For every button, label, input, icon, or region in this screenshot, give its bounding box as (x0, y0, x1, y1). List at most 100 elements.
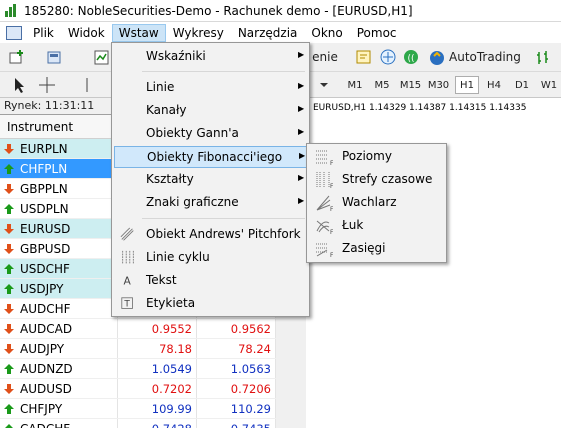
symbol-cell[interactable]: CADCHF (0, 419, 118, 428)
bar-chart-icon[interactable] (535, 49, 553, 67)
menu-narzedzia[interactable]: Narzędzia (231, 24, 305, 42)
submenu-item-fibo-fan[interactable]: F Wachlarz (309, 192, 444, 214)
symbol-name: USDCHF (20, 261, 70, 276)
submenu-item-fibo-expansion[interactable]: F Zasięgi (309, 238, 444, 260)
autotrading-icon[interactable] (428, 48, 446, 66)
menu-plik[interactable]: Plik (26, 24, 61, 42)
arrow-up-icon (4, 403, 14, 414)
timeframe-m1[interactable]: M1 (343, 76, 367, 94)
new-order-partial-label[interactable]: enie (310, 47, 340, 65)
menu-item-label: Etykieta (146, 296, 196, 310)
fibo-expansion-icon: F (315, 240, 334, 259)
table-row[interactable]: CHFJPY 109.99 110.29 (0, 399, 276, 419)
metaeditor-icon[interactable] (355, 48, 373, 66)
symbol-name: CHFJPY (20, 401, 63, 416)
submenu-item-label: Strefy czasowe (342, 172, 433, 186)
ask-price: 1.0563 (197, 359, 276, 378)
chart-ohlc-info: EURUSD,H1 1.14329 1.14387 1.14315 1.1433… (313, 103, 527, 113)
navigator-icon[interactable] (379, 48, 397, 66)
symbol-cell[interactable]: EURUSD (0, 219, 118, 238)
symbol-cell[interactable]: AUDUSD (0, 379, 118, 398)
signals-icon[interactable]: (( (402, 48, 420, 66)
cursor-icon[interactable] (10, 76, 28, 94)
table-row[interactable]: AUDUSD 0.7202 0.7206 (0, 379, 276, 399)
timeframe-d1[interactable]: D1 (510, 76, 534, 94)
menu-item-znaki-graficzne[interactable]: Znaki graficzne ▶ (114, 192, 307, 214)
arrow-up-icon (4, 203, 14, 214)
svg-text:F: F (330, 183, 333, 189)
menu-item-obiekt-andrews-pitchfork[interactable]: Obiekt Andrews' Pitchfork (114, 224, 307, 246)
menu-item-kana-y[interactable]: Kanały ▶ (114, 100, 307, 122)
app-chart-icon (4, 3, 18, 18)
table-row[interactable]: CADCHF 0.74280.7435 (0, 419, 276, 428)
cycle-lines-icon (120, 250, 136, 266)
symbol-cell[interactable]: CHFPLN (0, 159, 118, 178)
menu-item-obiekty-gann-a[interactable]: Obiekty Gann'a ▶ (114, 123, 307, 145)
arrow-down-icon (4, 223, 14, 234)
submenu-arrow-icon: ▶ (298, 173, 305, 182)
table-row[interactable]: AUDNZD 1.0549 1.0563 (0, 359, 276, 379)
new-chart-icon[interactable] (8, 49, 26, 67)
timeframe-w1[interactable]: W1 (537, 76, 561, 94)
menu-item-label: Kanały (146, 103, 187, 117)
menu-item-tekst[interactable]: A Tekst (114, 270, 307, 292)
symbol-cell[interactable]: GBPUSD (0, 239, 118, 258)
bid-price: 0.7428 (118, 419, 197, 428)
menu-item-obiekty-fibonacci-iego[interactable]: Obiekty Fibonacci'iego ▶ (114, 146, 307, 168)
menu-item-etykieta[interactable]: T Etykieta (114, 293, 307, 315)
market-watch-icon[interactable] (93, 49, 111, 67)
symbol-name: AUDUSD (20, 381, 72, 396)
arrow-up-icon (4, 423, 14, 428)
symbol-cell[interactable]: GBPPLN (0, 179, 118, 198)
svg-text:F: F (330, 252, 333, 258)
symbol-cell[interactable]: AUDCAD (0, 319, 118, 338)
bid-price: 0.7202 (118, 379, 197, 398)
vertical-line-icon[interactable] (78, 76, 96, 94)
crosshair-icon[interactable] (38, 76, 56, 94)
timeframe-m5[interactable]: M5 (370, 76, 394, 94)
svg-text:A: A (123, 275, 131, 288)
arrow-down-icon (4, 183, 14, 194)
menu-widok[interactable]: Widok (61, 24, 112, 42)
menu-item-label: Linie (146, 80, 175, 94)
symbol-cell[interactable]: AUDJPY (0, 339, 118, 358)
menu-item-kszta-ty[interactable]: Kształty ▶ (114, 169, 307, 191)
table-row[interactable]: AUDCAD 0.9552 0.9562 (0, 319, 276, 339)
column-instrument[interactable]: Instrument (0, 115, 118, 138)
symbol-cell[interactable]: CHFJPY (0, 399, 118, 418)
dropdown-chevron-icon[interactable] (315, 76, 333, 94)
ask-price: 0.9562 (197, 319, 276, 338)
timeframe-m15[interactable]: M15 (397, 76, 424, 94)
submenu-item-fibo-levels[interactable]: F Poziomy (309, 146, 444, 168)
menu-okno[interactable]: Okno (304, 24, 349, 42)
menu-item-linie-cyklu[interactable]: Linie cyklu (114, 247, 307, 269)
timeframe-h1[interactable]: H1 (455, 76, 479, 94)
symbol-cell[interactable]: USDPLN (0, 199, 118, 218)
menu-item-wska-niki[interactable]: Wskaźniki ▶ (114, 46, 307, 68)
menu-item-label: Obiekty Fibonacci'iego (147, 150, 283, 164)
ask-price: 0.7206 (197, 379, 276, 398)
autotrading-button[interactable]: AutoTrading (448, 47, 521, 65)
timeframe-h4[interactable]: H4 (482, 76, 506, 94)
timeframe-m30[interactable]: M30 (425, 76, 452, 94)
menu-pomoc[interactable]: Pomoc (350, 24, 404, 42)
menu-wykresy[interactable]: Wykresy (166, 24, 231, 42)
insert-menu: Wskaźniki ▶ Linie ▶ Kanały ▶ Obiekty Gann'a ▶ Ob… (111, 42, 310, 317)
profiles-icon[interactable] (46, 49, 64, 67)
arrow-down-icon (4, 303, 14, 314)
submenu-item-fibo-arcs[interactable]: F Łuk (309, 215, 444, 237)
arrow-up-icon (4, 283, 14, 294)
menu-bar: Plik Widok Wstaw Wykresy Narzędzia Okno … (0, 22, 561, 43)
market-watch-header: Rynek: 11:31:11 (0, 98, 117, 114)
symbol-cell[interactable]: USDCHF (0, 259, 118, 278)
menu-wstaw[interactable]: Wstaw (111, 23, 166, 42)
fibonacci-submenu: F Poziomy F Strefy czasowe F Wachlarz F Łuk F Zas… (306, 143, 447, 263)
symbol-cell[interactable]: AUDCHF (0, 299, 118, 318)
symbol-cell[interactable]: USDJPY (0, 279, 118, 298)
window-system-icon[interactable] (6, 25, 22, 40)
menu-item-linie[interactable]: Linie ▶ (114, 77, 307, 99)
submenu-item-fibo-timezones[interactable]: F Strefy czasowe (309, 169, 444, 191)
symbol-cell[interactable]: EURPLN (0, 139, 118, 158)
table-row[interactable]: AUDJPY 78.18 78.24 (0, 339, 276, 359)
symbol-cell[interactable]: AUDNZD (0, 359, 118, 378)
